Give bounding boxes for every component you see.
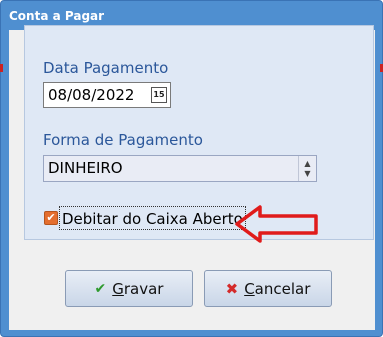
debit-checkbox-label[interactable]: Debitar do Caixa Aberto <box>59 206 246 230</box>
save-button[interactable]: ✔ Gravar <box>65 270 193 307</box>
checkmark-icon: ✔ <box>94 280 107 297</box>
calendar-icon[interactable]: 15 <box>151 87 167 103</box>
cancel-button-label: Cancelar <box>244 279 311 298</box>
cancel-x-icon: ✖ <box>225 279 239 298</box>
spinner-icon[interactable]: ▲ ▼ <box>298 156 316 181</box>
red-arrow-icon <box>235 205 318 243</box>
date-field[interactable]: 08/08/2022 15 <box>43 82 171 108</box>
save-button-label: Gravar <box>112 279 164 298</box>
payment-select[interactable]: DINHEIRO ▲ ▼ <box>43 155 317 182</box>
date-label: Data Pagamento <box>43 59 169 77</box>
debit-checkbox[interactable]: ✔ <box>44 211 58 225</box>
payment-value: DINHEIRO <box>48 159 123 177</box>
payment-label: Forma de Pagamento <box>43 131 203 149</box>
date-value: 08/08/2022 <box>48 86 135 104</box>
background-edge-mark <box>0 64 3 72</box>
cancel-button[interactable]: ✖ Cancelar <box>204 270 332 307</box>
